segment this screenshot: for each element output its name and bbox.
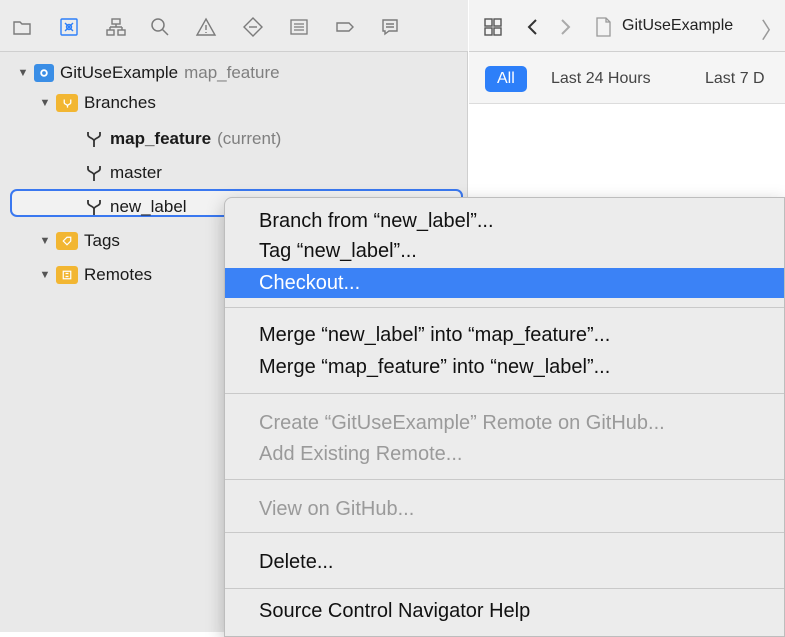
forward-icon[interactable] (553, 15, 577, 39)
menu-item-view-on-github: View on GitHub... (259, 497, 415, 520)
test-icon[interactable] (241, 15, 265, 39)
filter-last-24-hours[interactable]: Last 24 Hours (551, 66, 651, 92)
branch-icon (84, 197, 106, 217)
branches-group[interactable]: ▼ Branches (0, 88, 506, 118)
breadcrumb-chevron-icon: 〉 (761, 18, 784, 43)
menu-item-checkout[interactable]: Checkout... (225, 268, 784, 298)
breadcrumb-item[interactable]: GitUseExample (622, 17, 733, 35)
related-items-icon[interactable] (481, 15, 505, 39)
disclosure-triangle-icon[interactable]: ▼ (16, 66, 30, 80)
menu-separator (225, 307, 784, 308)
disclosure-triangle-icon[interactable]: ▼ (38, 96, 52, 110)
breakpoint-icon[interactable] (333, 15, 357, 39)
back-icon[interactable] (521, 15, 545, 39)
menu-item-tag[interactable]: Tag “new_label”... (225, 236, 784, 266)
menu-item-add-remote: Add Existing Remote... (259, 442, 463, 465)
branch-status: (current) (217, 129, 282, 148)
tags-label: Tags (84, 231, 120, 250)
repo-current-branch: map_feature (184, 63, 280, 82)
repository-icon (34, 64, 54, 82)
repo-row[interactable]: ▼ GitUseExample map_feature (0, 58, 484, 88)
disclosure-triangle-icon[interactable]: ▼ (38, 234, 52, 248)
branches-label: Branches (84, 93, 156, 112)
context-menu: Branch from “new_label”... Tag “new_labe… (224, 197, 785, 637)
filter-bar: All Last 24 Hours Last 7 D (469, 52, 785, 104)
filter-last-7-days[interactable]: Last 7 D (705, 66, 765, 92)
editor-toolbar: GitUseExample 〉 (469, 0, 785, 52)
menu-item-branch-from[interactable]: Branch from “new_label”... (225, 206, 784, 236)
source-control-icon[interactable] (57, 15, 81, 39)
hierarchy-icon[interactable] (104, 15, 128, 39)
menu-item-delete[interactable]: Delete... (225, 547, 784, 577)
warning-icon[interactable] (194, 15, 218, 39)
navigator-toolbar (0, 0, 468, 52)
menu-separator (225, 588, 784, 589)
menu-item-merge-into-current[interactable]: Merge “new_label” into “map_feature”... (225, 320, 784, 350)
report-icon[interactable] (378, 15, 402, 39)
remotes-label: Remotes (84, 265, 153, 284)
file-icon (591, 15, 615, 39)
debug-icon[interactable] (287, 15, 311, 39)
search-icon[interactable] (148, 15, 172, 39)
menu-item-create-remote: Create “GitUseExample” Remote on GitHub.… (259, 411, 665, 434)
folder-icon[interactable] (10, 15, 34, 39)
repo-name: GitUseExample (60, 63, 179, 82)
branch-icon (84, 129, 106, 149)
tags-folder-icon (56, 232, 78, 250)
menu-separator (225, 532, 784, 533)
remotes-folder-icon (56, 266, 78, 284)
branch-name: new_label (110, 197, 187, 216)
branch-icon (84, 163, 106, 183)
menu-separator (225, 393, 784, 394)
branch-name: master (110, 163, 162, 182)
menu-separator (225, 479, 784, 480)
branch-row[interactable]: master (0, 158, 552, 188)
branch-row[interactable]: map_feature (current) (0, 124, 552, 154)
filter-all[interactable]: All (485, 66, 527, 92)
menu-item-merge-from-current[interactable]: Merge “map_feature” into “new_label”... (225, 352, 784, 382)
branch-name: map_feature (110, 129, 212, 148)
menu-item-help[interactable]: Source Control Navigator Help (225, 596, 784, 626)
branches-folder-icon (56, 94, 78, 112)
disclosure-triangle-icon[interactable]: ▼ (38, 268, 52, 282)
